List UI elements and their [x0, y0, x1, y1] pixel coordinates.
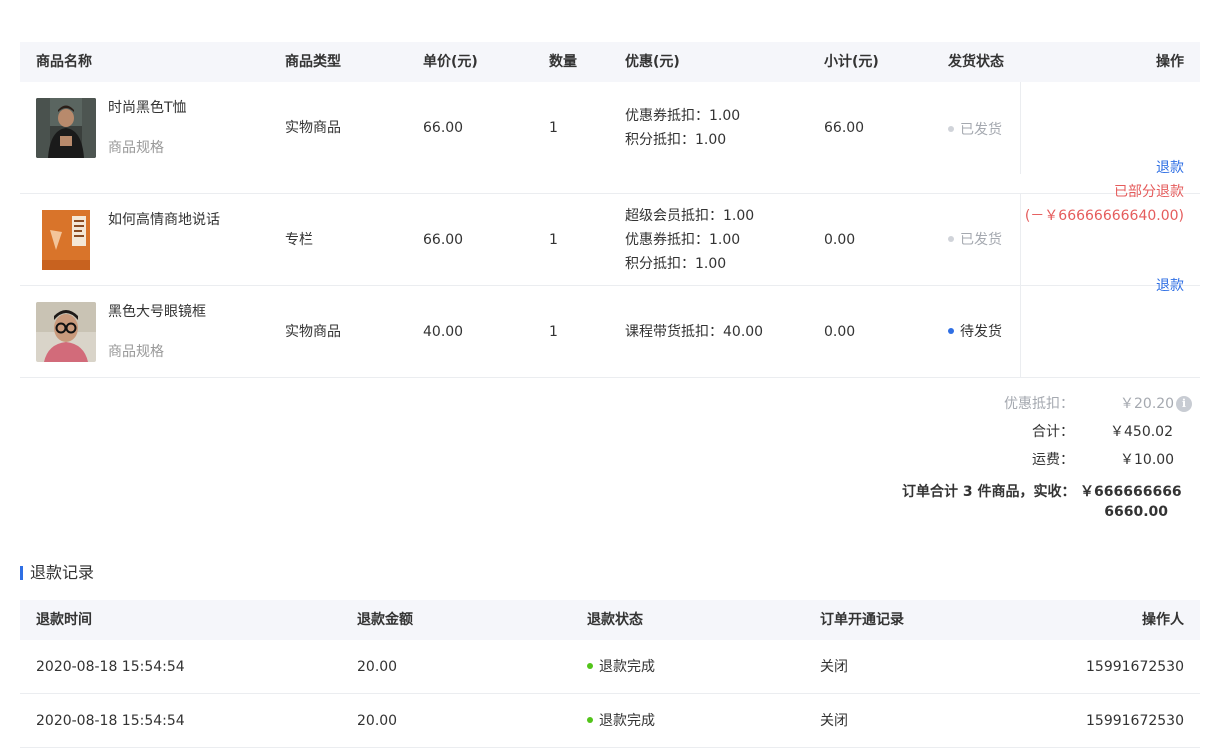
discount-line: 课程带货抵扣：40.00: [625, 324, 764, 340]
unit-price: 66.00: [423, 232, 464, 248]
product-spec: 商品规格: [108, 344, 164, 360]
refund-status-label: 退款完成: [599, 659, 655, 675]
unit-price: 40.00: [423, 324, 464, 340]
subtotal: 0.00: [824, 324, 856, 340]
header-ship-status: 发货状态: [948, 54, 1004, 70]
refund-records-table: 退款时间 退款金额 退款状态 订单开通记录 操作人 2020-08-18 15:…: [20, 600, 1200, 748]
status-dot: [587, 717, 593, 723]
refund-amount: 20.00: [357, 659, 398, 675]
order-items-table: 商品名称 商品类型 单价(元) 数量 优惠(元) 小计(元) 发货状态 操作 时…: [20, 42, 1200, 378]
ship-status: 待发货: [948, 322, 1002, 342]
column-divider: [1020, 82, 1021, 174]
order-record: 关闭: [820, 659, 848, 675]
discount-line: 积分抵扣：1.00: [625, 256, 727, 272]
ship-status-label: 已发货: [960, 232, 1002, 248]
total-value: ￥450.02: [1110, 424, 1173, 440]
paid-value-line2: 6660.00: [1104, 504, 1168, 520]
header-unit-price: 单价(元): [423, 54, 478, 70]
refund-link[interactable]: 退款: [1025, 156, 1184, 180]
table-row: 2020-08-18 15:54:54 20.00 退款完成 关闭 159916…: [20, 694, 1200, 748]
paid-value-line1: ￥666666666: [1080, 484, 1182, 500]
product-image: [36, 302, 96, 362]
ship-status-label: 已发货: [960, 122, 1002, 138]
subtotal: 66.00: [824, 120, 865, 136]
product-type: 专栏: [285, 232, 313, 248]
product-name: 黑色大号眼镜框: [108, 304, 206, 320]
table-row: 2020-08-18 15:54:54 20.00 退款完成 关闭 159916…: [20, 640, 1200, 694]
status-dot: [948, 328, 954, 334]
product-type: 实物商品: [285, 324, 341, 340]
operator: 15991672530: [1086, 713, 1184, 729]
refund-status-label: 退款完成: [599, 713, 655, 729]
status-dot: [948, 126, 954, 132]
ship-status-label: 待发货: [960, 324, 1002, 340]
order-table-header: 商品名称 商品类型 单价(元) 数量 优惠(元) 小计(元) 发货状态 操作: [20, 42, 1200, 82]
refund-time: 2020-08-18 15:54:54: [36, 713, 185, 729]
info-icon[interactable]: i: [1176, 396, 1192, 412]
status-dot: [587, 663, 593, 669]
table-row: 如何高情商地说话 专栏 66.00 1 超级会员抵扣：1.00 优惠券抵扣：1.…: [20, 194, 1200, 378]
section-title: 退款记录: [20, 563, 94, 583]
ship-status: 已发货: [948, 120, 1002, 140]
discount-line: 超级会员抵扣：1.00: [625, 208, 755, 224]
quantity: 1: [549, 324, 558, 340]
ship-status: 已发货: [948, 230, 1002, 250]
discount-line: 积分抵扣：1.00: [625, 132, 727, 148]
refund-status: 退款完成: [587, 711, 655, 731]
header-subtotal: 小计(元): [824, 54, 879, 70]
status-dot: [948, 236, 954, 242]
shipping-label: 运费：: [1032, 452, 1074, 468]
header-product-type: 商品类型: [285, 54, 341, 70]
discount-label: 优惠抵扣：: [1004, 396, 1074, 412]
table-row: 时尚黑色T恤 商品规格 实物商品 66.00 1 优惠券抵扣：1.00 积分抵扣…: [20, 82, 1200, 224]
quantity: 1: [549, 120, 558, 136]
discount-value: ￥20.20: [1120, 396, 1175, 412]
operator: 15991672530: [1086, 659, 1184, 675]
header-refund-time: 退款时间: [36, 612, 92, 628]
paid-label: 订单合计 3 件商品，实收：: [902, 484, 1076, 500]
header-quantity: 数量: [549, 54, 577, 70]
header-refund-status: 退款状态: [587, 612, 643, 628]
subtotal: 0.00: [824, 232, 856, 248]
header-discount: 优惠(元): [625, 54, 680, 70]
refund-table-header: 退款时间 退款金额 退款状态 订单开通记录 操作人: [20, 600, 1200, 640]
shipping-value: ￥10.00: [1120, 452, 1175, 468]
product-type: 实物商品: [285, 120, 341, 136]
product-image: [36, 210, 96, 270]
header-operator: 操作人: [1142, 612, 1184, 628]
header-order-record: 订单开通记录: [820, 612, 904, 628]
unit-price: 66.00: [423, 120, 464, 136]
refund-status: 退款完成: [587, 657, 655, 677]
order-record: 关闭: [820, 713, 848, 729]
discount-line: 优惠券抵扣：1.00: [625, 232, 741, 248]
discount-line: 优惠券抵扣：1.00: [625, 108, 741, 124]
refund-amount: 20.00: [357, 713, 398, 729]
product-name: 如何高情商地说话: [108, 212, 220, 228]
header-action: 操作: [1156, 54, 1184, 70]
product-spec: 商品规格: [108, 140, 164, 156]
quantity: 1: [549, 232, 558, 248]
header-product-name: 商品名称: [36, 54, 92, 70]
table-row: 黑色大号眼镜框 商品规格 实物商品 40.00 1 课程带货抵扣：40.00 0…: [20, 286, 1200, 378]
total-label: 合计：: [1032, 424, 1074, 440]
product-name: 时尚黑色T恤: [108, 100, 187, 116]
product-image: [36, 98, 96, 158]
header-refund-amount: 退款金额: [357, 612, 413, 628]
refund-time: 2020-08-18 15:54:54: [36, 659, 185, 675]
